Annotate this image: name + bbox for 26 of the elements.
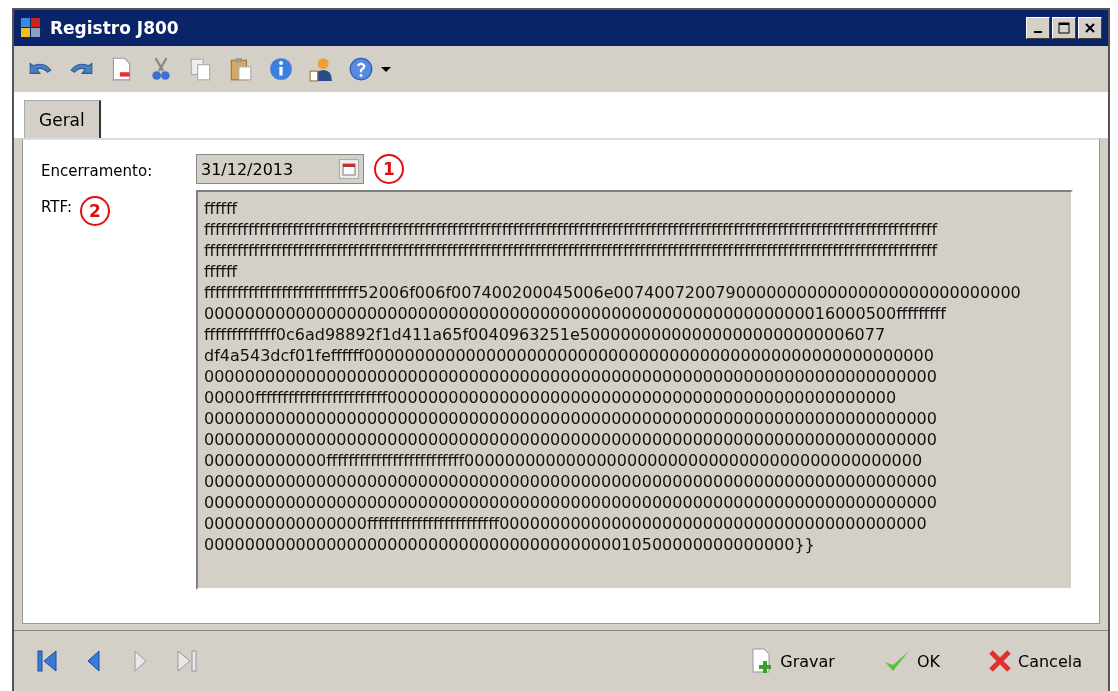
- close-icon: [988, 649, 1012, 673]
- tab[interactable]: Geral: [24, 100, 101, 138]
- maximize-icon: [1058, 22, 1070, 34]
- close-icon: [1084, 22, 1096, 34]
- app-icon: [20, 17, 42, 39]
- ok-button[interactable]: OK: [876, 645, 946, 677]
- person-icon[interactable]: [308, 56, 334, 82]
- save-button[interactable]: Gravar: [744, 644, 841, 678]
- window-title: Registro J800: [50, 18, 180, 38]
- cancel-button[interactable]: Cancela: [982, 645, 1088, 677]
- rtf-text-area[interactable]: ffffff fffffffffffffffffffffffffffffffffffffffffffffffffffffffffffffffffffffffffffffffffffffffffffffffffffffffffffffffffffffffffffffffffffff fffffffffffffffffffffffffffffffffffffffffffffffffffffffffffffffffffffffffffffffffffffffffffffffffffffffffffffffffffffffffffffffffffff ffffff ffffffffffffffffffffffffffff52006f006f007400200045006e0074007200790000000000000000000000000000 00000000000000000000000000000000000000000000000000000000000016000500fffffffff fffffffffffff0c6ad98892f1d411a65f0040963251e500000000000000000000000006077 df4a543dcf01feffffff00000000000000000000000000000000000000000000000000000000 000000000000000000000000000000000000000000000000000000000000000000000000 00000ffffffffffffffffffffffff00000000000000000000000000000000000000000000000000 000000000000000000000000000000000000000000000000000000000000000000000000 000000000000000000000000000000000000000000000000000000000000000000000000 000000000000fffffffffffffffffffffffff000000000000000000000000000000000000000000000 000000000000000000000000000000000000000000000000000000000000000000000000 000000000000000000000000000000000000000000000000000000000000000000000000 0000000000000000ffffffffffffffffffffffff000000000000000000000000000000000000000000 0000000000000000000000000000000000000000010500000000000000}}: [196, 190, 1073, 590]
- field-label: Encerramento:: [41, 161, 153, 180]
- checkmark-icon: [882, 649, 911, 673]
- field-label: RTF:: [41, 197, 72, 216]
- calendar-icon: [342, 162, 356, 176]
- annotation-marker: 1: [374, 154, 404, 184]
- close-button[interactable]: [1078, 17, 1102, 39]
- date-field[interactable]: 31/12/2013: [196, 154, 364, 184]
- minimize-icon: [1034, 31, 1042, 33]
- calendar-button[interactable]: [339, 159, 359, 179]
- annotation-marker: 2: [80, 196, 110, 226]
- clipboard-icon[interactable]: [228, 56, 254, 82]
- help-icon[interactable]: [348, 56, 374, 82]
- minimize-button[interactable]: [1026, 17, 1050, 39]
- maximize-button[interactable]: [1052, 17, 1076, 39]
- info-icon[interactable]: [268, 56, 294, 82]
